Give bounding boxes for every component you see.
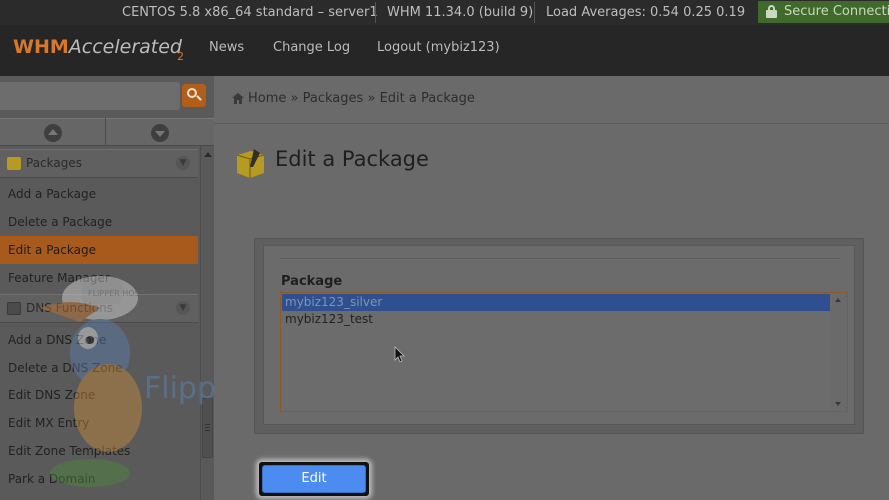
sidebar-item-park-domain[interactable]: Park a Domain	[0, 465, 198, 493]
lock-icon	[766, 5, 777, 18]
sidebar-item-edit-package[interactable]: Edit a Package	[0, 236, 198, 264]
home-icon[interactable]	[232, 93, 244, 104]
top-header: WHMAccelerated 2 News Change Log Logout …	[0, 25, 889, 76]
edit-button[interactable]: Edit	[262, 465, 366, 493]
secure-connection-badge: Secure Connection	[758, 1, 889, 23]
listbox-scrollbar[interactable]	[830, 293, 847, 411]
breadcrumb-home[interactable]: Home	[248, 91, 286, 106]
sidebar-item-delete-dns-zone[interactable]: Delete a DNS Zone	[0, 354, 198, 382]
nav-news[interactable]: News	[209, 25, 244, 73]
search-button[interactable]	[182, 84, 206, 107]
logo-superscript: 2	[177, 50, 184, 63]
breadcrumb-current: Edit a Package	[379, 91, 475, 106]
divider	[214, 123, 889, 124]
divider	[375, 2, 376, 23]
sidebar-scroll-controls	[0, 118, 214, 146]
whm-version: WHM 11.34.0 (build 9)	[387, 5, 534, 20]
sidebar-scrollbar[interactable]	[200, 146, 214, 500]
sidebar-item-edit-mx-entry[interactable]: Edit MX Entry	[0, 409, 198, 437]
package-option[interactable]: mybiz123_silver	[282, 294, 830, 311]
arrow-up-icon	[48, 129, 58, 135]
load-averages: Load Averages: 0.54 0.25 0.19	[546, 5, 746, 20]
arrow-up-icon[interactable]	[204, 152, 212, 157]
arrow-down-icon[interactable]	[835, 402, 841, 406]
sidebar: Packages ▼ Add a Package Delete a Packag…	[0, 76, 214, 500]
logo-whm: WHM	[13, 36, 69, 58]
sidebar-search-input[interactable]	[0, 82, 180, 110]
edit-button-frame: Edit	[259, 462, 369, 496]
package-icon	[7, 157, 21, 170]
arrow-down-icon	[155, 131, 165, 137]
server-info: CENTOS 5.8 x86_64 standard – server1	[122, 5, 378, 20]
sidebar-item-add-dns-zone[interactable]: Add a DNS Zone	[0, 326, 198, 354]
whm-logo[interactable]: WHMAccelerated 2	[13, 36, 184, 63]
secure-connection-label: Secure Connection	[784, 4, 889, 19]
form-panel: Package mybiz123_silver mybiz123_test	[263, 245, 855, 425]
sidebar-item-add-package[interactable]: Add a Package	[0, 180, 198, 208]
breadcrumb-packages[interactable]: Packages	[303, 91, 364, 106]
arrow-up-icon[interactable]	[835, 298, 841, 302]
divider	[105, 118, 106, 146]
section-title: Packages	[26, 156, 82, 170]
section-title: DNS Functions	[26, 301, 113, 315]
package-icon	[236, 149, 265, 178]
main-content: Home » Packages » Edit a Package Edit a …	[214, 76, 889, 500]
scroll-up-button[interactable]	[44, 124, 62, 142]
breadcrumb-separator: »	[367, 91, 376, 106]
chevron-down-icon[interactable]: ▼	[176, 301, 190, 315]
sidebar-item-feature-manager[interactable]: Feature Manager	[0, 264, 198, 292]
breadcrumb-separator: »	[290, 91, 299, 106]
divider	[280, 258, 840, 259]
page-title: Edit a Package	[275, 147, 429, 171]
scroll-down-button[interactable]	[151, 124, 169, 142]
nav-logout[interactable]: Logout (mybiz123)	[377, 25, 500, 73]
status-bar: CENTOS 5.8 x86_64 standard – server1 WHM…	[0, 0, 889, 25]
sidebar-item-edit-zone-templates[interactable]: Edit Zone Templates	[0, 437, 198, 465]
section-packages[interactable]: Packages ▼	[0, 149, 198, 178]
package-listbox[interactable]: mybiz123_silver mybiz123_test	[280, 292, 848, 412]
section-dns-functions[interactable]: DNS Functions ▼	[0, 294, 198, 323]
chevron-down-icon[interactable]: ▼	[176, 156, 190, 170]
divider	[534, 2, 535, 23]
logo-accelerated: Accelerated	[68, 36, 182, 58]
nav-change-log[interactable]: Change Log	[273, 25, 350, 73]
scrollbar-thumb[interactable]	[202, 398, 213, 458]
sidebar-item-edit-dns-zone[interactable]: Edit DNS Zone	[0, 381, 198, 409]
edit-package-form: Package mybiz123_silver mybiz123_test	[254, 238, 864, 434]
sidebar-item-delete-package[interactable]: Delete a Package	[0, 208, 198, 236]
dns-icon	[7, 302, 21, 315]
mouse-cursor-icon	[394, 346, 405, 363]
package-label: Package	[281, 274, 343, 289]
package-option[interactable]: mybiz123_test	[282, 311, 830, 328]
